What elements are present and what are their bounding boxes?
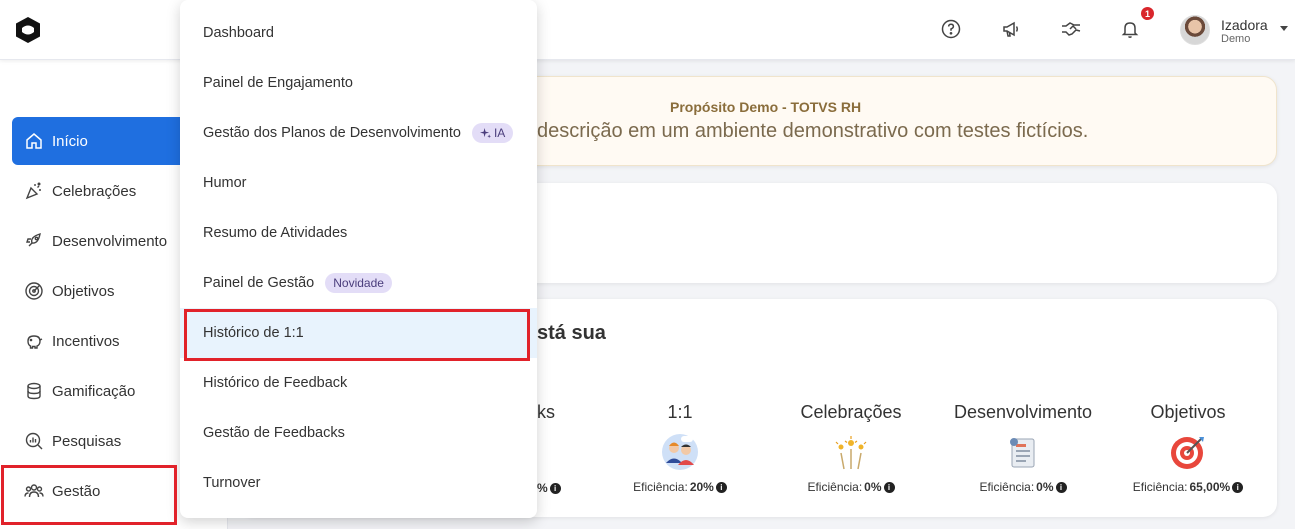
bell-icon[interactable] [1118,17,1142,41]
sidebar-item-label: Pesquisas [52,432,122,450]
sidebar-item-inicio[interactable]: Início [12,117,182,165]
metric-name: 1:1 [667,402,693,422]
efficiency-label: Eficiência: [979,480,1035,494]
menu-item-humor[interactable]: Humor [180,158,537,208]
sidebar-item-label: Gamificação [52,382,136,400]
efficiency-value: 20% [689,480,714,494]
megaphone-icon[interactable] [999,17,1023,41]
menu-item-gestao-feedbacks[interactable]: Gestão de Feedbacks [180,408,537,458]
info-icon[interactable]: i [1232,481,1244,493]
metric-1-1[interactable]: 1:1 Eficiência: 20% i [590,402,770,494]
menu-item-historico-feedback[interactable]: Histórico de Feedback [180,358,537,408]
coins-icon [27,382,41,400]
purpose-title: Propósito Demo - TOTVS RH [670,99,862,115]
novidade-badge: Novidade [325,273,392,293]
sidebar-item-label: Desenvolvimento [52,232,168,250]
sidebar-item-label: Incentivos [52,332,120,350]
menu-item-painel-engajamento[interactable]: Painel de Engajamento [180,58,537,108]
rocket-icon [26,232,41,247]
menu-item-painel-gestao[interactable]: Painel de Gestão Novidade [180,258,537,308]
development-icon [933,432,1113,472]
efficiency-label: Eficiência: [1132,480,1188,494]
efficiency-label: Eficiência: [633,480,688,494]
user-role: Demo [1221,33,1251,45]
menu-item-label: Dashboard [203,25,274,41]
menu-item-turnover[interactable]: Turnover [180,458,537,508]
menu-item-label: Humor [203,175,247,191]
chevron-down-icon[interactable] [1280,26,1288,31]
menu-item-label: Resumo de Atividades [203,225,348,241]
target-icon [1098,432,1278,472]
metric-eff-partial-value: % [537,481,548,495]
gestao-dropdown-menu: Dashboard Painel de Engajamento Gestão d… [180,0,537,518]
efficiency-card-title: stá sua [537,322,606,344]
metric-name: Celebrações [800,402,902,422]
company-logo[interactable] [13,15,43,45]
metric-celebracoes[interactable]: Celebrações Eficiência: 0% i [761,402,941,494]
user-name[interactable]: Izadora [1221,17,1268,33]
metric-objetivos[interactable]: Objetivos Eficiência: 65,00% i [1098,402,1278,494]
highlight-box-historico-1-1 [184,309,530,361]
info-icon[interactable]: i [715,481,727,493]
ia-badge: IA [471,123,514,143]
home-icon [26,133,42,149]
purpose-text: descrição em um ambiente demonstrativo c… [537,120,1089,142]
info-icon[interactable]: i [549,482,561,494]
menu-item-label: Gestão de Feedbacks [203,425,345,441]
avatar[interactable] [1180,15,1210,45]
highlight-box-gestao [1,465,177,525]
menu-item-label: Gestão dos Planos de Desenvolvimento [203,125,461,141]
handshake-icon[interactable] [1059,17,1083,41]
efficiency-value: 65,00% [1189,480,1231,494]
menu-item-gestao-planos-desenvolvimento[interactable]: Gestão dos Planos de Desenvolvimento IA [180,108,537,158]
menu-item-resumo-atividades[interactable]: Resumo de Atividades [180,208,537,258]
party-icon [25,182,41,200]
efficiency-label: Eficiência: [807,480,863,494]
meeting-icon [590,432,770,472]
metric-name: Objetivos [1150,402,1226,422]
help-icon[interactable] [939,17,963,41]
efficiency-value: 0% [1036,480,1054,494]
notification-badge: 1 [1141,7,1154,20]
efficiency-value: 0% [864,480,882,494]
menu-item-label: Painel de Gestão [203,275,315,291]
metric-efficiency: Eficiência: 20% i [590,480,770,494]
menu-item-label: Histórico de Feedback [203,375,348,391]
badge-label: IA [493,126,506,140]
sidebar-item-label: Início [52,132,88,150]
menu-item-label: Turnover [203,475,261,491]
metric-efficiency: Eficiência: 65,00% i [1098,480,1278,494]
menu-item-dashboard[interactable]: Dashboard [180,8,537,58]
info-icon[interactable]: i [883,481,895,493]
sidebar-item-label: Celebrações [52,182,137,200]
menu-item-label: Painel de Engajamento [203,75,353,91]
info-icon[interactable]: i [1055,481,1067,493]
metric-name: Desenvolvimento [953,402,1093,422]
metric-name-partial: ks [537,402,555,422]
piggy-bank-icon [27,335,43,349]
metric-efficiency: Eficiência: 0% i [761,480,941,494]
sparkle-icon [479,127,491,138]
metric-desenvolvimento[interactable]: Desenvolvimento Eficiência: 0% i [933,402,1113,494]
sidebar-item-label: Objetivos [52,282,115,300]
metric-eff-partial: % i [537,481,561,495]
chart-search-icon [25,432,43,450]
fireworks-icon [761,432,941,472]
target-icon [25,282,43,300]
metric-efficiency: Eficiência: 0% i [933,480,1113,494]
